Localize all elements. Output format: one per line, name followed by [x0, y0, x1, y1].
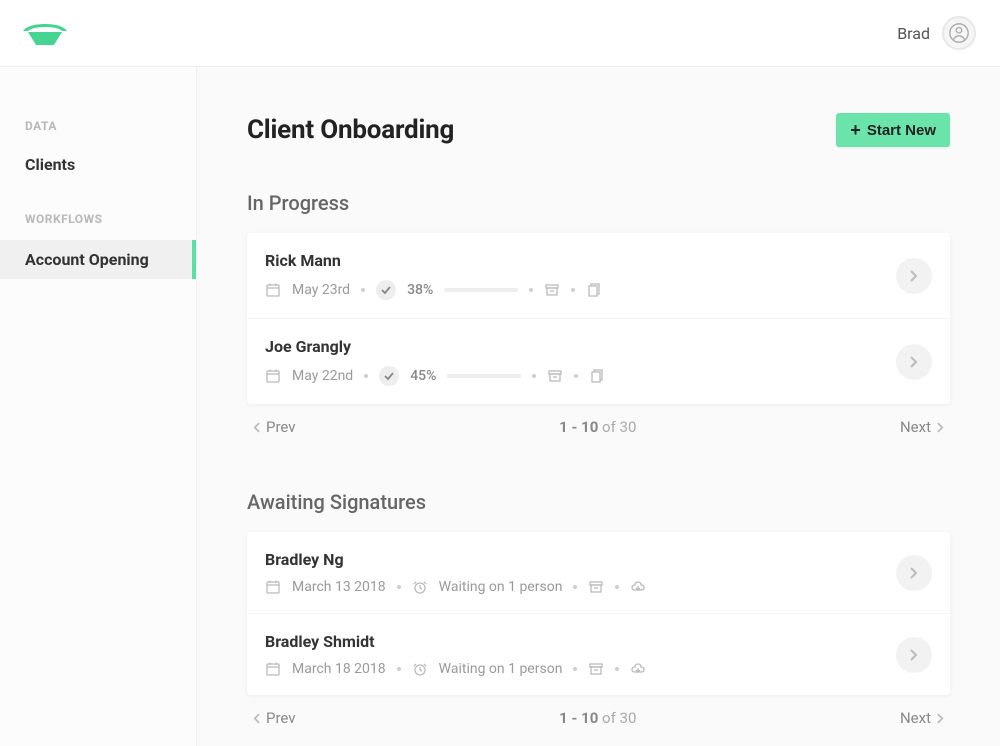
- separator-dot: [364, 374, 368, 378]
- date: May 22nd: [292, 368, 353, 384]
- percent: 38%: [407, 282, 433, 298]
- client-name: Rick Mann: [265, 251, 896, 270]
- open-arrow-button[interactable]: [896, 258, 932, 294]
- open-arrow-button[interactable]: [896, 344, 932, 380]
- archive-icon: [588, 661, 604, 677]
- cloud-download-icon: [630, 579, 646, 595]
- next-button[interactable]: Next: [900, 418, 944, 436]
- client-name: Bradley Ng: [265, 550, 896, 569]
- client-name: Bradley Shmidt: [265, 632, 896, 651]
- plus-icon: +: [850, 121, 861, 139]
- next-button[interactable]: Next: [900, 709, 944, 727]
- separator-dot: [361, 288, 365, 292]
- separator-dot: [615, 585, 619, 589]
- clock-icon: [412, 661, 428, 677]
- avatar[interactable]: [942, 16, 976, 50]
- prev-button[interactable]: Prev: [253, 709, 296, 727]
- separator-dot: [532, 374, 536, 378]
- calendar-icon: [265, 579, 281, 595]
- separator-dot: [573, 667, 577, 671]
- date: March 13 2018: [292, 579, 386, 595]
- progress-bar: [444, 288, 518, 292]
- page-title: Client Onboarding: [247, 115, 454, 145]
- document-icon: [586, 282, 602, 298]
- archive-icon: [588, 579, 604, 595]
- pagination-range: 1 - 10 of 30: [559, 418, 636, 436]
- list-item[interactable]: Bradley Shmidt March 18 2018 Waiting on …: [247, 614, 950, 695]
- client-name: Joe Grangly: [265, 337, 896, 356]
- pagination-range: 1 - 10 of 30: [559, 709, 636, 727]
- separator-dot: [571, 288, 575, 292]
- open-arrow-button[interactable]: [896, 555, 932, 591]
- user-name: Brad: [897, 24, 930, 43]
- section-title-awaiting: Awaiting Signatures: [247, 490, 950, 514]
- cloud-download-icon: [630, 661, 646, 677]
- percent: 45%: [410, 368, 436, 384]
- archive-icon: [547, 368, 563, 384]
- prev-button[interactable]: Prev: [253, 418, 296, 436]
- start-new-label: Start New: [867, 122, 936, 139]
- sidebar-section-data: DATA: [0, 119, 196, 147]
- separator-dot: [529, 288, 533, 292]
- calendar-icon: [265, 282, 281, 298]
- date: March 18 2018: [292, 661, 386, 677]
- progress-bar: [447, 374, 521, 378]
- separator-dot: [574, 374, 578, 378]
- status: Waiting on 1 person: [439, 661, 563, 677]
- start-new-button[interactable]: + Start New: [836, 113, 950, 147]
- section-title-in-progress: In Progress: [247, 191, 950, 215]
- separator-dot: [615, 667, 619, 671]
- list-item[interactable]: Joe Grangly May 22nd 45%: [247, 319, 950, 404]
- separator-dot: [397, 585, 401, 589]
- check-icon: [376, 280, 396, 300]
- separator-dot: [573, 585, 577, 589]
- list-item[interactable]: Rick Mann May 23rd 38%: [247, 233, 950, 319]
- open-arrow-button[interactable]: [896, 637, 932, 673]
- separator-dot: [397, 667, 401, 671]
- sidebar-section-workflows: WORKFLOWS: [0, 212, 196, 240]
- date: May 23rd: [292, 282, 350, 298]
- document-icon: [589, 368, 605, 384]
- clock-icon: [412, 579, 428, 595]
- sidebar-item-account-opening[interactable]: Account Opening: [0, 240, 196, 279]
- sidebar-item-clients[interactable]: Clients: [0, 147, 196, 182]
- calendar-icon: [265, 368, 281, 384]
- logo: [18, 19, 72, 47]
- status: Waiting on 1 person: [439, 579, 563, 595]
- check-icon: [379, 366, 399, 386]
- list-item[interactable]: Bradley Ng March 13 2018 Waiting on 1 pe…: [247, 532, 950, 614]
- calendar-icon: [265, 661, 281, 677]
- archive-icon: [544, 282, 560, 298]
